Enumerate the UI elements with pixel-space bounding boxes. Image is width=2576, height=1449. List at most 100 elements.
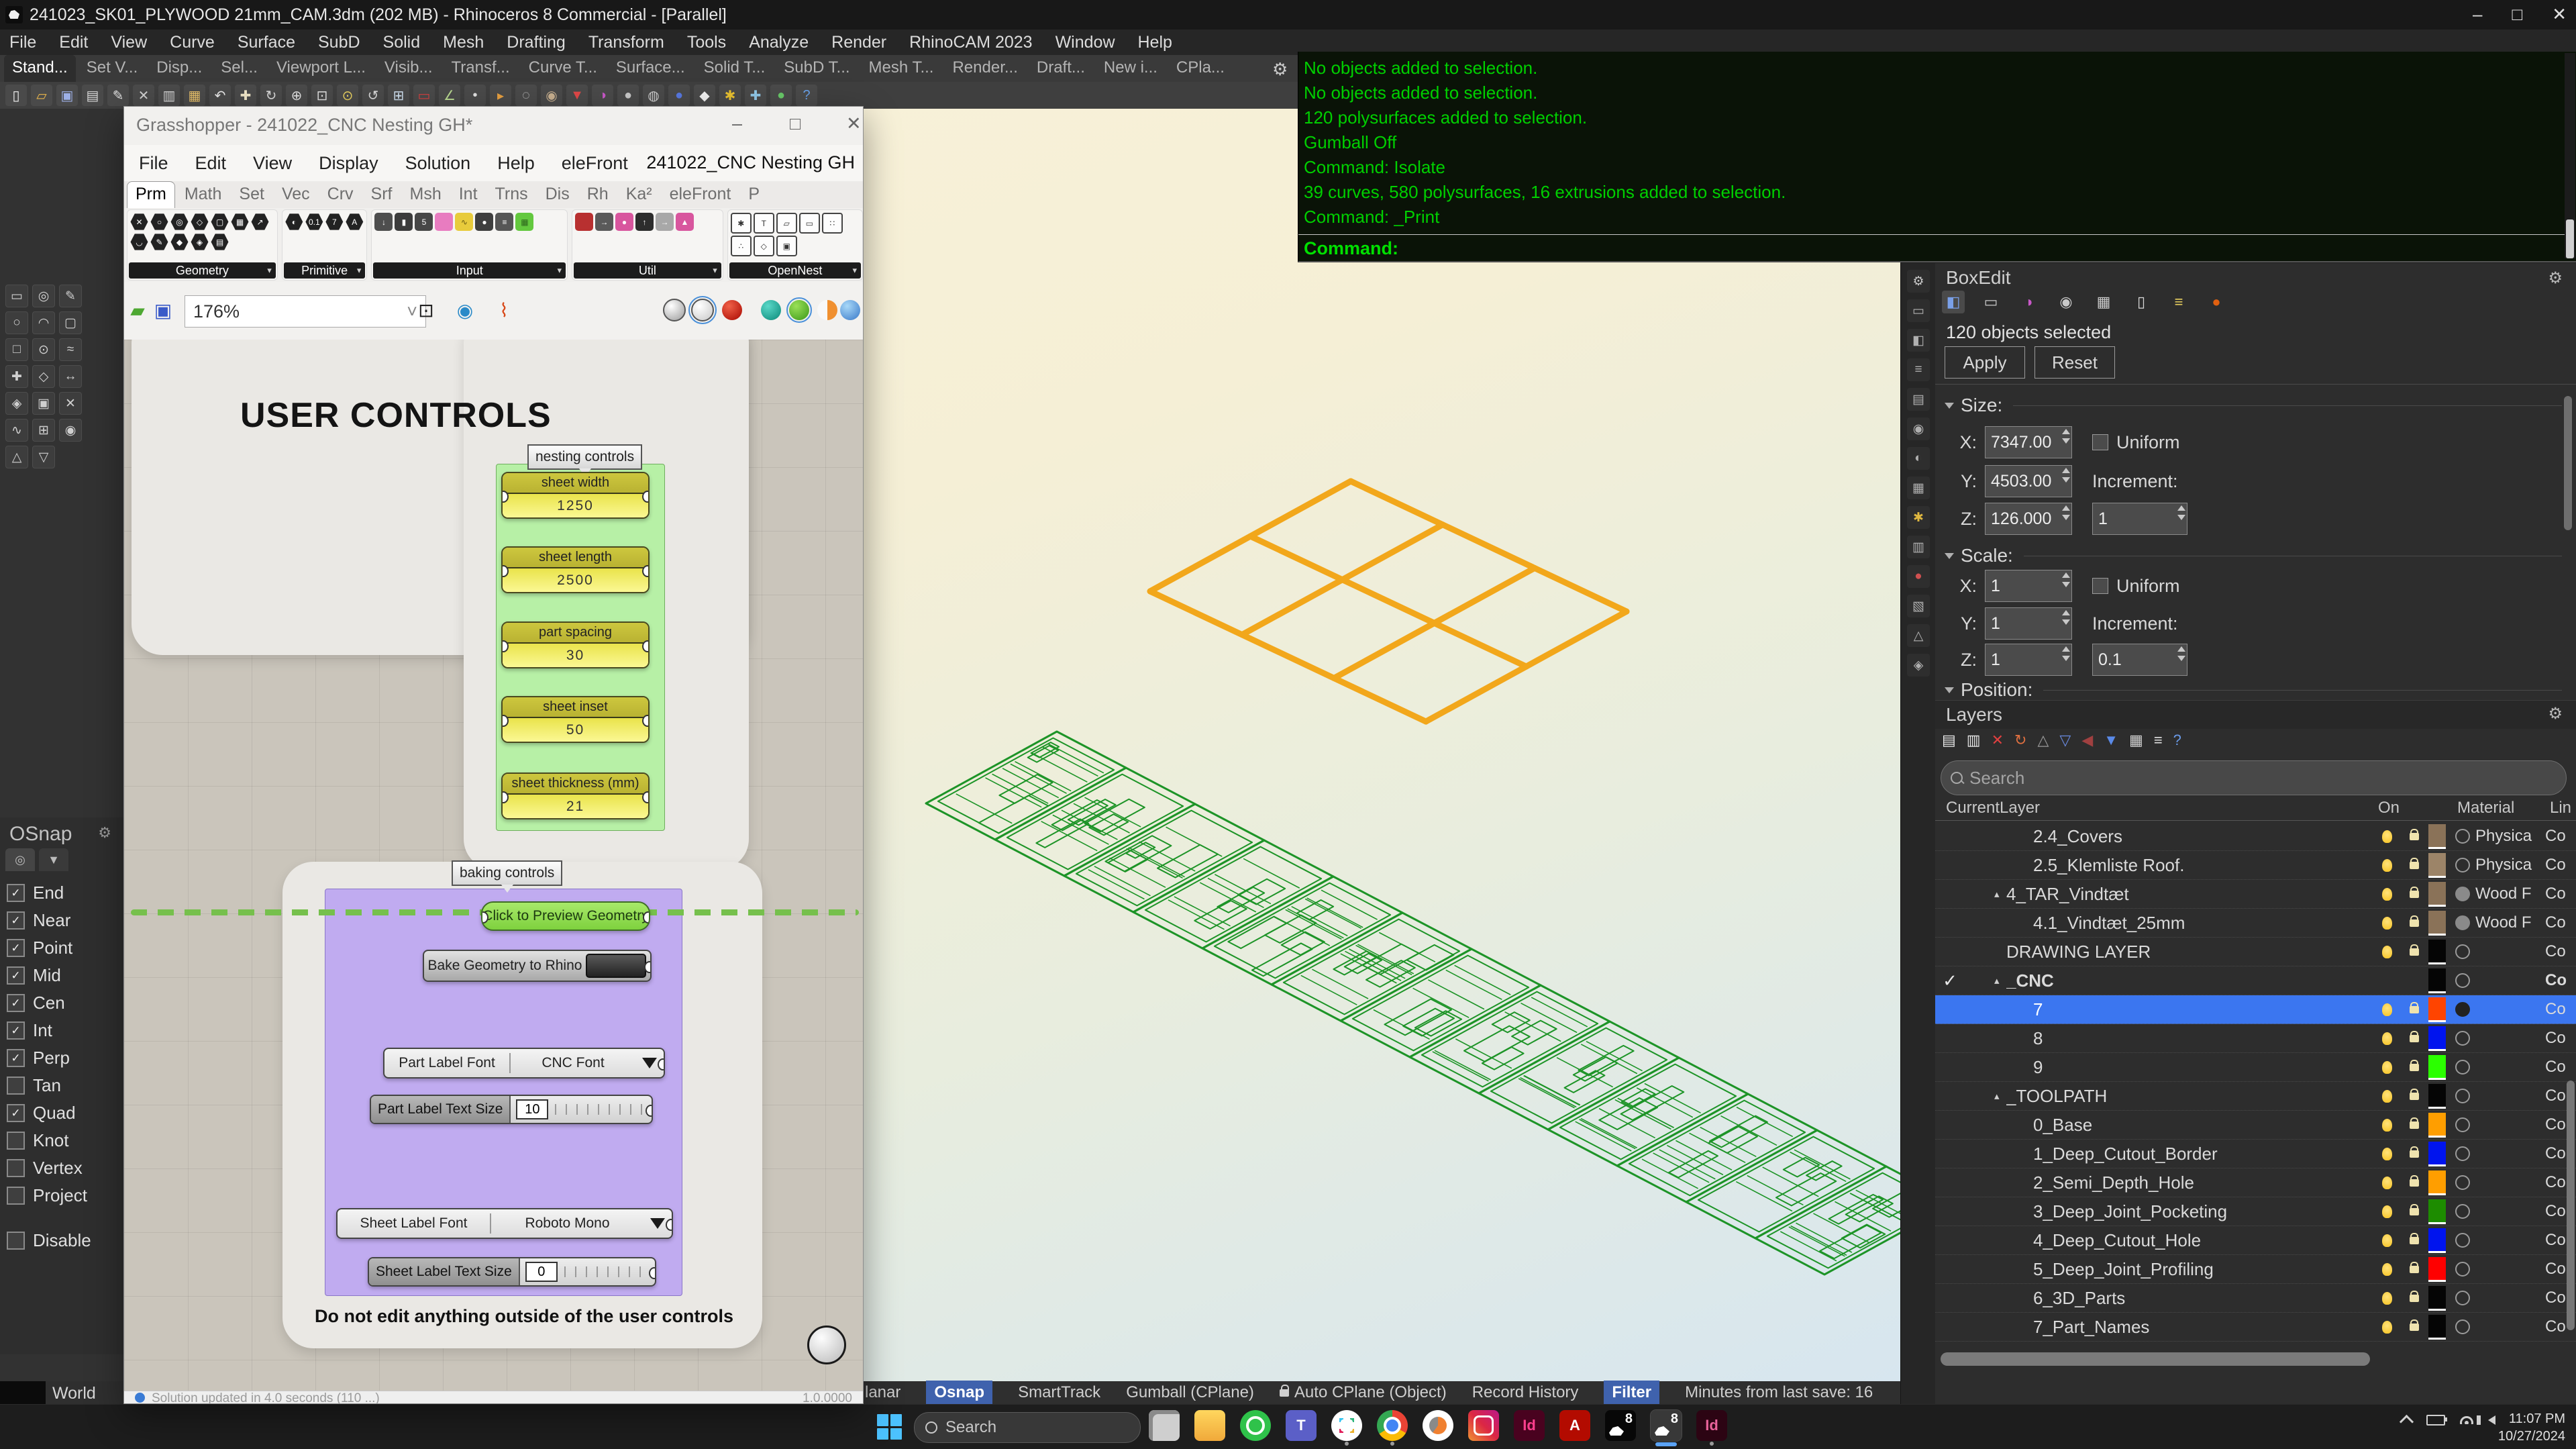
sidebar-tool-icon[interactable]: ⊞ [32,419,55,442]
zoom-window-icon[interactable]: ⊡ [311,85,333,106]
rotate-view-icon[interactable]: ↺ [362,85,384,106]
menu-tools[interactable]: Tools [687,33,726,52]
panel-tab-icon-11[interactable]: ▧ [1907,595,1930,617]
component-icon[interactable]: ✎ [150,233,168,251]
component-icon[interactable]: → [595,213,613,231]
layer-color-swatch[interactable] [2428,1026,2446,1051]
component-icon[interactable]: 7 [325,213,344,231]
visibility-bulb-icon[interactable] [2373,1205,2400,1218]
gear-icon[interactable]: ⚙ [1272,59,1288,80]
wireframe-preview-icon[interactable] [662,297,686,323]
toolbar-tab-cpla[interactable]: CPla... [1168,55,1233,82]
zoom-level-select[interactable]: 176%˅ [185,295,426,328]
sidebar-tool-icon[interactable]: ○ [5,311,28,334]
filter-back-icon[interactable]: ◀ [2081,732,2093,749]
component-icon[interactable]: ◇ [191,213,209,231]
display-mode-3-icon[interactable] [815,297,839,323]
gh-tab-elefront[interactable]: eleFront [662,182,739,208]
chrome-icon[interactable] [1377,1410,1408,1441]
command-prompt[interactable]: Command: [1304,238,1398,259]
indesign-icon[interactable]: Id [1514,1410,1545,1441]
status-auto-cplane-object[interactable]: Auto CPlane (Object) [1280,1383,1447,1402]
layer-row-7-part-names[interactable]: 7_Part_NamesCo [1935,1313,2576,1342]
status-lanar[interactable]: lanar [865,1383,900,1402]
gear-icon[interactable]: ⚙ [98,824,111,842]
material-icon[interactable] [2455,1117,2470,1132]
shaded-icon[interactable]: ● [617,85,639,106]
close-button[interactable]: ✕ [846,113,862,134]
copy-icon[interactable]: ▥ [158,85,180,106]
delete-layer-icon[interactable]: ✕ [1992,732,2004,749]
menu-drafting[interactable]: Drafting [507,33,566,52]
chevron-down-icon[interactable]: ▾ [557,265,562,276]
toolbar-tab-subd-t[interactable]: SubD T... [776,55,858,82]
panel-tab-icon-3[interactable]: ≡ [1907,358,1930,381]
component-icon[interactable]: ✕ [130,213,148,231]
component-icon[interactable]: ≡ [495,213,513,231]
gh-tab-set[interactable]: Set [231,182,272,208]
checkbox-near[interactable]: ✓ [7,911,25,930]
slider-sheet-width[interactable]: sheet width1250 [501,472,650,519]
menu-transform[interactable]: Transform [588,33,664,52]
maximize-button[interactable]: □ [790,113,801,134]
lock-icon[interactable] [2400,1208,2428,1215]
lock-icon[interactable] [2400,1121,2428,1129]
panel-tab-icon-0[interactable]: ⚙ [1907,270,1930,293]
new-file-icon[interactable]: ▯ [5,85,27,106]
menu-subd[interactable]: SubD [318,33,360,52]
status-gumball-cplane[interactable]: Gumball (CPlane) [1126,1383,1254,1402]
size-x-input[interactable]: 7347.00 [1985,426,2072,458]
camera-tab[interactable]: ◉ [2055,291,2077,313]
open-folder-icon[interactable]: ▱ [31,85,52,106]
point-icon[interactable]: • [464,85,486,106]
acrobat-icon[interactable]: A [1559,1410,1590,1441]
component-icon[interactable]: ∴ [731,236,752,256]
size-z-input[interactable]: 126.000 [1985,503,2072,535]
lock-icon[interactable] [2400,1323,2428,1331]
settings-icon[interactable]: ✱ [719,85,741,106]
menu-render[interactable]: Render [831,33,886,52]
new-sublayer-icon[interactable]: ▥ [1967,732,1981,749]
help-icon[interactable]: ? [796,85,817,106]
gh-menu-help[interactable]: Help [497,153,535,174]
visibility-bulb-icon[interactable] [2373,1263,2400,1276]
component-icon[interactable]: 5 [415,213,433,231]
slider-sheet-inset[interactable]: sheet inset50 [501,696,650,743]
layer-color-swatch[interactable] [2428,1199,2446,1224]
visibility-bulb-icon[interactable] [2373,888,2400,901]
solver-flame-icon[interactable]: ⌇ [492,297,516,323]
component-icon[interactable]: → [656,213,674,231]
checkbox-project[interactable] [7,1187,25,1205]
gh-menu-edit[interactable]: Edit [195,153,227,174]
filter-tab[interactable]: ▼ [39,848,68,871]
preview-eye-icon[interactable]: ◉ [453,297,477,323]
sidebar-tool-icon[interactable]: ◇ [32,365,55,388]
grasshopper-canvas[interactable]: USER CONTROLS nesting controls baking co… [124,340,863,1391]
material-icon[interactable] [2455,1031,2470,1046]
lock-icon[interactable] [2400,1179,2428,1187]
collapse-arrow-icon[interactable]: ▴ [1994,975,2006,987]
canvas-compass-widget[interactable] [807,1326,846,1364]
component-icon[interactable]: ◇ [754,236,774,256]
sidebar-tool-icon[interactable]: ↔ [59,365,82,388]
sidebar-tool-icon[interactable]: ▣ [32,392,55,415]
menu-curve[interactable]: Curve [170,33,215,52]
gh-tab-ka[interactable]: Ka² [618,182,660,208]
page-tab[interactable]: ▯ [2130,291,2153,313]
undo-icon[interactable]: ↶ [209,85,231,106]
checkbox-point[interactable]: ✓ [7,939,25,957]
layer-color-swatch[interactable] [2428,1055,2446,1080]
maximize-button[interactable]: □ [2512,4,2522,25]
print-icon[interactable]: ▤ [82,85,103,106]
gumball-toggle-icon[interactable]: ✚ [745,85,766,106]
sidebar-tool-icon[interactable]: ≈ [59,338,82,361]
display-mode-2-icon[interactable] [787,297,811,323]
material-icon[interactable] [2455,1175,2470,1190]
status-minutes-from-last-save-16[interactable]: Minutes from last save: 16 [1685,1383,1873,1402]
new-layer-icon[interactable]: ▤ [1942,732,1956,749]
material-icon[interactable] [2455,1204,2470,1219]
layer-color-swatch[interactable] [2428,1170,2446,1195]
color-wheel-icon[interactable]: ◑ [592,85,613,106]
lock-icon[interactable] [2400,1150,2428,1158]
cut-icon[interactable]: ✕ [133,85,154,106]
